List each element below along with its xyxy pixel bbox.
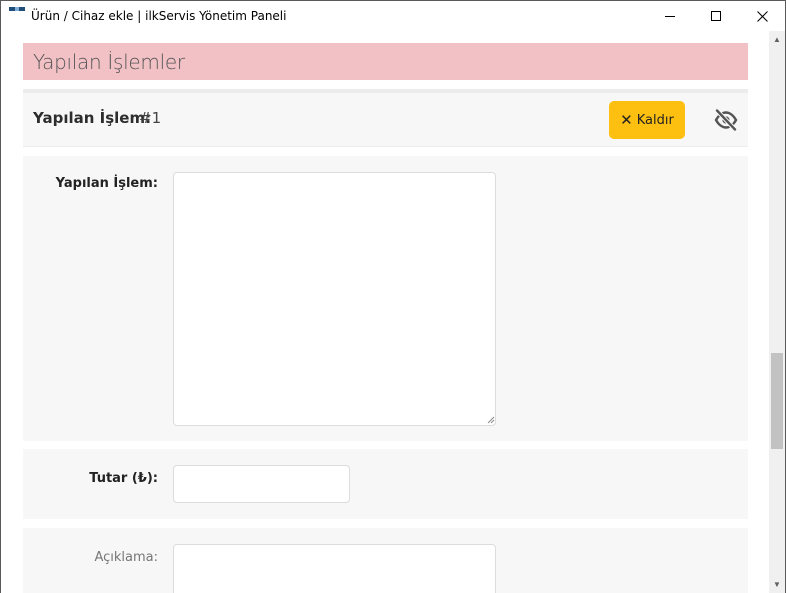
minimize-icon	[665, 15, 675, 17]
maximize-button[interactable]	[693, 1, 739, 31]
tutar-row: Tutar (₺):	[23, 449, 748, 519]
scroll-down-icon[interactable]: ▼	[769, 576, 785, 593]
close-icon	[756, 10, 768, 22]
maximize-icon	[711, 11, 721, 21]
resize-grip-icon[interactable]	[487, 416, 495, 424]
window-title: Ürün / Cihaz ekle | ilkServis Yönetim Pa…	[31, 9, 287, 23]
eye-slash-icon[interactable]	[713, 107, 739, 133]
item-title: Yapılan İşlem:	[33, 109, 152, 127]
item-number: #1	[139, 109, 162, 127]
app-window: Ürün / Cihaz ekle | ilkServis Yönetim Pa…	[0, 0, 786, 593]
tutar-input[interactable]	[173, 465, 350, 503]
close-icon: ✕	[620, 112, 633, 129]
aciklama-label: Açıklama:	[94, 550, 158, 565]
remove-button-label: Kaldır	[636, 112, 674, 128]
minimize-button[interactable]	[647, 1, 693, 31]
item-header: Yapılan İşlem: #1 ✕ Kaldır	[23, 89, 748, 147]
app-icon	[9, 7, 25, 21]
tutar-label: Tutar (₺):	[89, 471, 158, 486]
remove-button[interactable]: ✕ Kaldır	[609, 101, 685, 139]
islem-textarea[interactable]	[173, 172, 496, 426]
islem-label: Yapılan İşlem:	[55, 176, 158, 191]
vertical-scrollbar[interactable]: ▲ ▼	[769, 31, 785, 593]
section-title: Yapılan İşlemler	[33, 50, 185, 74]
scroll-up-icon[interactable]: ▲	[769, 31, 785, 48]
page-content: Yapılan İşlemler Yapılan İşlem: #1 ✕ Kal…	[1, 31, 769, 593]
aciklama-row: Açıklama:	[23, 528, 748, 593]
close-button[interactable]	[739, 1, 785, 31]
aciklama-textarea[interactable]	[173, 544, 496, 593]
islem-row: Yapılan İşlem:	[23, 156, 748, 441]
section-header: Yapılan İşlemler	[23, 43, 748, 80]
title-bar[interactable]: Ürün / Cihaz ekle | ilkServis Yönetim Pa…	[1, 1, 785, 31]
scrollbar-thumb[interactable]	[771, 353, 783, 449]
